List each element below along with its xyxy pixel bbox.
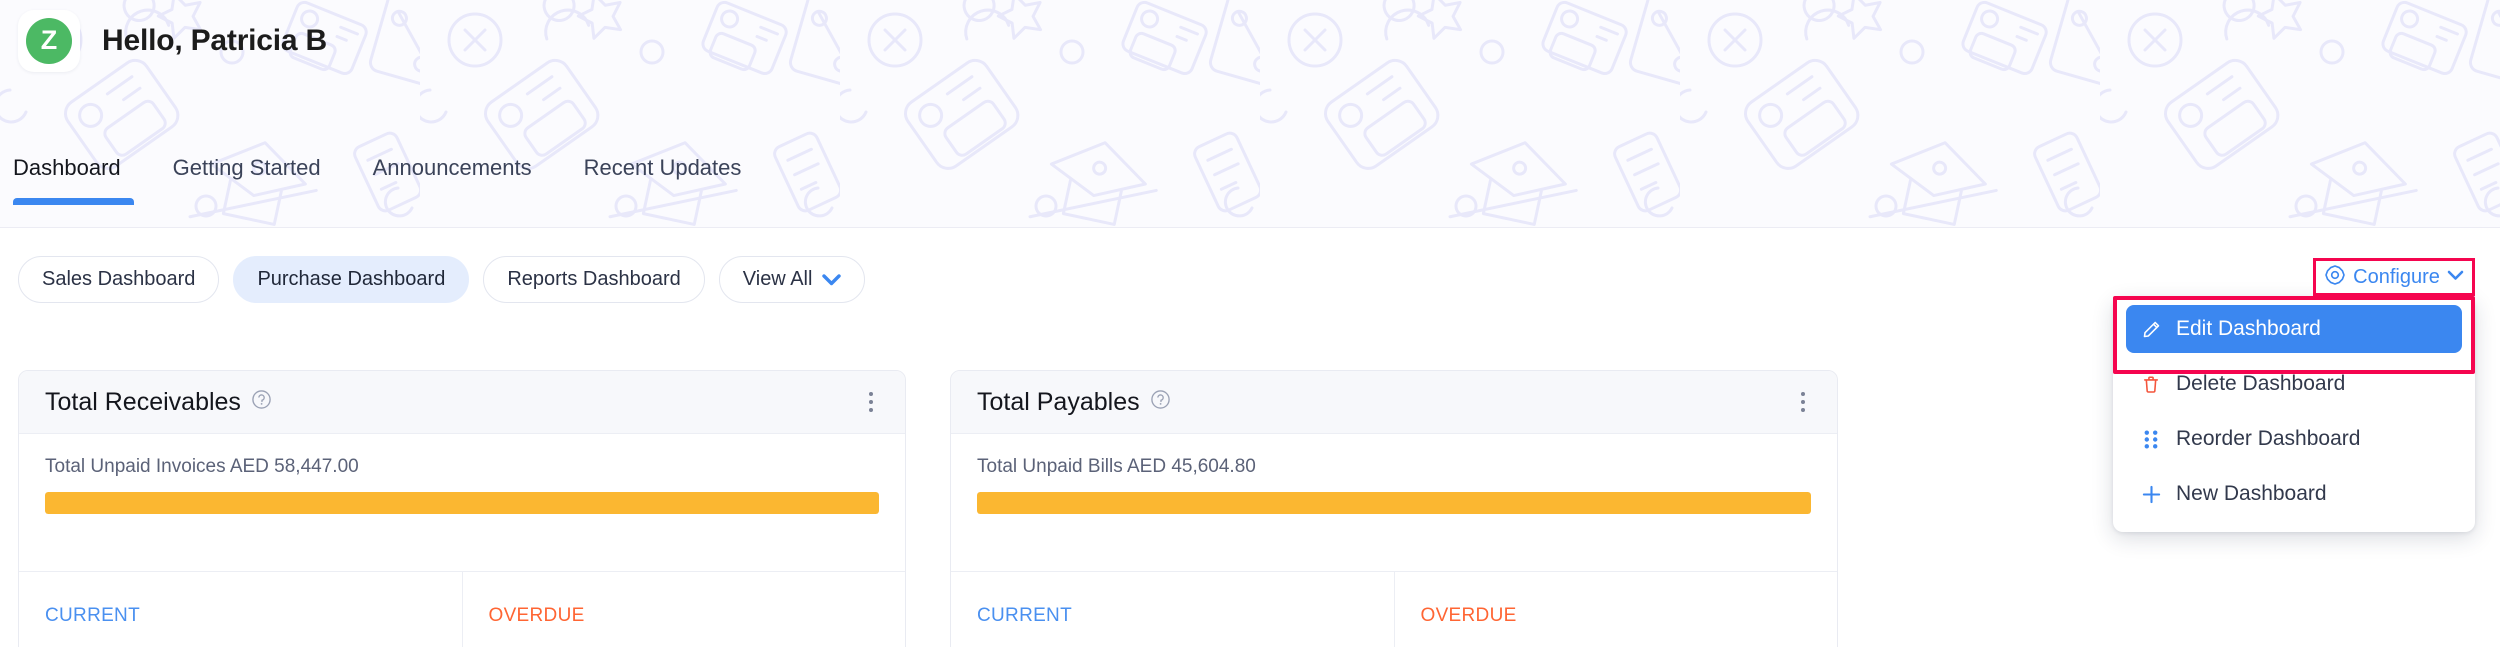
card-body: Total Unpaid Bills AED 45,604.80: [951, 434, 1837, 571]
pill-label: View All: [742, 268, 813, 290]
tab-label: Getting Started: [172, 155, 321, 180]
footer-label: CURRENT: [977, 605, 1072, 626]
card-total-payables: Total Payables Total Unpaid Bills AED 45…: [950, 370, 1838, 647]
pill-purchase-dashboard[interactable]: Purchase Dashboard: [233, 256, 470, 303]
card-title: Total Payables: [977, 387, 1140, 416]
footer-cell-overdue[interactable]: OVERDUE: [1393, 572, 1838, 647]
card-footer: CURRENT OVERDUE: [19, 571, 905, 647]
pill-label: Sales Dashboard: [42, 268, 196, 290]
card-footer: CURRENT OVERDUE: [951, 571, 1837, 647]
card-body: Total Unpaid Invoices AED 58,447.00: [19, 434, 905, 571]
tab-label: Dashboard: [13, 155, 121, 180]
footer-cell-current[interactable]: CURRENT: [19, 572, 462, 647]
menu-item-delete-dashboard[interactable]: Delete Dashboard: [2126, 360, 2462, 408]
card-title: Total Receivables: [45, 387, 241, 416]
pill-view-all[interactable]: View All: [718, 256, 866, 303]
greeting-row: Z Hello, Patricia B: [18, 10, 327, 72]
trash-icon: [2140, 374, 2162, 395]
help-circle-icon[interactable]: [1150, 389, 1171, 415]
footer-cell-overdue[interactable]: OVERDUE: [461, 572, 906, 647]
main-tabs: Dashboard Getting Started Announcements …: [13, 155, 767, 205]
menu-item-edit-dashboard[interactable]: Edit Dashboard: [2126, 305, 2462, 353]
configure-label: Configure: [2353, 265, 2440, 288]
menu-item-label: Edit Dashboard: [2176, 317, 2321, 340]
menu-item-label: Reorder Dashboard: [2176, 427, 2361, 450]
progress-bar-track: [977, 492, 1811, 514]
card-header: Total Payables: [951, 371, 1837, 434]
footer-label: OVERDUE: [1420, 605, 1517, 626]
menu-spacer: [2113, 463, 2475, 470]
gear-icon: [2324, 264, 2346, 291]
tab-label: Announcements: [372, 155, 532, 180]
plus-icon: [2140, 484, 2162, 505]
footer-cell-current[interactable]: CURRENT: [951, 572, 1394, 647]
tab-dashboard[interactable]: Dashboard: [13, 155, 147, 205]
pill-reports-dashboard[interactable]: Reports Dashboard: [483, 256, 705, 303]
dashboard-filter-pills: Sales Dashboard Purchase Dashboard Repor…: [18, 256, 866, 303]
chevron-down-icon: [822, 273, 842, 286]
pencil-icon: [2140, 319, 2162, 340]
menu-spacer: [2113, 408, 2475, 415]
progress-bar-fill: [45, 492, 879, 514]
card-total-receivables: Total Receivables Total Unpaid Invoices …: [18, 370, 906, 647]
tab-label: Recent Updates: [583, 155, 742, 180]
menu-item-label: Delete Dashboard: [2176, 372, 2346, 395]
footer-label: OVERDUE: [488, 605, 585, 626]
avatar-initial: Z: [26, 18, 72, 64]
configure-dropdown-menu: Edit Dashboard Delete Dashboard Reorder …: [2113, 297, 2475, 532]
unpaid-summary: Total Unpaid Invoices AED 58,447.00: [45, 456, 359, 477]
card-header: Total Receivables: [19, 371, 905, 434]
avatar[interactable]: Z: [18, 10, 80, 72]
progress-bar-track: [45, 492, 879, 514]
pill-label: Reports Dashboard: [507, 268, 681, 290]
unpaid-summary: Total Unpaid Bills AED 45,604.80: [977, 456, 1256, 477]
help-circle-icon[interactable]: [251, 389, 272, 415]
card-title-wrap: Total Payables: [977, 388, 1171, 417]
pill-label: Purchase Dashboard: [257, 268, 446, 290]
tab-announcements[interactable]: Announcements: [347, 155, 558, 205]
footer-label: CURRENT: [45, 605, 140, 626]
menu-item-label: New Dashboard: [2176, 482, 2327, 505]
tab-recent-updates[interactable]: Recent Updates: [558, 155, 768, 205]
drag-dots-icon: [2140, 429, 2162, 450]
progress-bar-fill: [977, 492, 1811, 514]
tab-getting-started[interactable]: Getting Started: [147, 155, 347, 205]
pill-sales-dashboard[interactable]: Sales Dashboard: [18, 256, 220, 303]
menu-item-new-dashboard[interactable]: New Dashboard: [2126, 470, 2462, 518]
chevron-down-icon: [2447, 268, 2464, 286]
page-title: Hello, Patricia B: [102, 24, 328, 57]
kebab-menu-icon[interactable]: [1793, 386, 1813, 418]
configure-button[interactable]: Configure: [2313, 258, 2475, 296]
header-divider: [0, 227, 2500, 228]
menu-spacer: [2113, 353, 2475, 360]
dashboard-page: Z Hello, Patricia B Dashboard Getting St…: [0, 0, 2500, 647]
card-title-wrap: Total Receivables: [45, 388, 272, 417]
menu-item-reorder-dashboard[interactable]: Reorder Dashboard: [2126, 415, 2462, 463]
kebab-menu-icon[interactable]: [861, 386, 881, 418]
